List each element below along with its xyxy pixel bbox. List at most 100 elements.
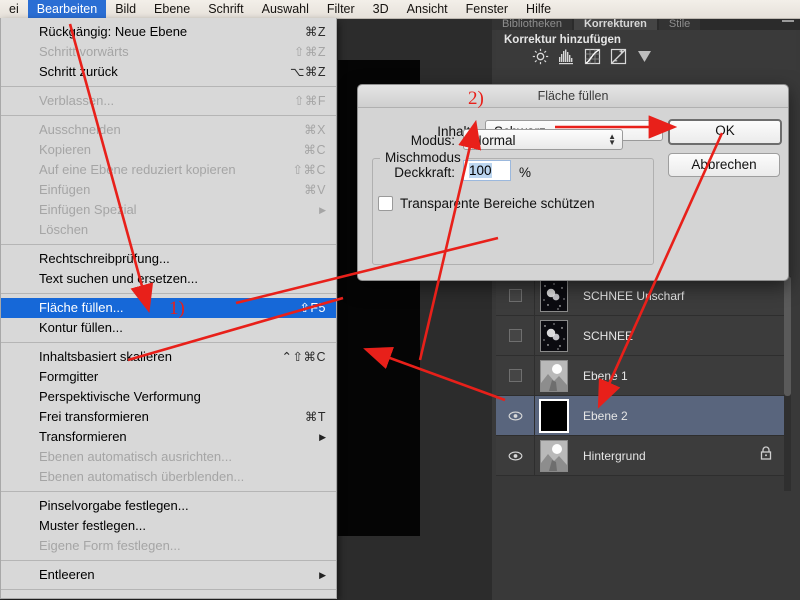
layer-row[interactable]: SCHNEE Unscharf xyxy=(496,276,784,316)
mode-select[interactable]: Normal ▲ ▼ xyxy=(463,129,623,150)
vibrance-icon[interactable] xyxy=(636,48,653,65)
menu-separator xyxy=(1,589,336,590)
menu-item-label: Muster festlegen... xyxy=(39,518,146,533)
menubar-item-ebene[interactable]: Ebene xyxy=(145,0,199,18)
menu-item-entleeren[interactable]: Entleeren ▶ xyxy=(1,565,336,585)
menu-item-ebenen-automatisch-ausrichten: Ebenen automatisch ausrichten... xyxy=(1,447,336,467)
menu-item-label: Perspektivische Verformung xyxy=(39,389,201,404)
menu-item-label: Schritt vorwärts xyxy=(39,44,129,59)
layer-visibility-empty-box[interactable] xyxy=(508,369,522,382)
menu-item-label: Schritt zurück xyxy=(39,64,118,79)
panel-tab-korrekturen[interactable]: Korrekturen xyxy=(573,18,657,30)
panel-tab-stile[interactable]: Stile xyxy=(658,18,701,30)
layer-thumbnail[interactable] xyxy=(535,279,573,312)
menubar-item-ei[interactable]: ei xyxy=(0,0,28,18)
layer-name[interactable]: Ebene 2 xyxy=(573,409,784,423)
menu-item-verblassen: Verblassen... ⇧⌘F xyxy=(1,91,336,111)
layer-row[interactable]: SCHNEE xyxy=(496,316,784,356)
menu-item-shortcut: ⌘T xyxy=(304,410,326,424)
menu-item-text-suchen-und-ersetzen[interactable]: Text suchen und ersetzen... xyxy=(1,269,336,289)
brightness-contrast-icon[interactable] xyxy=(532,48,549,65)
panel-scrollbar-thumb[interactable] xyxy=(784,276,791,396)
layer-visibility-eye-icon[interactable] xyxy=(496,396,535,435)
menubar-item-3d[interactable]: 3D xyxy=(364,0,398,18)
layer-visibility-checkbox[interactable] xyxy=(496,316,535,355)
curves-icon[interactable] xyxy=(584,48,601,65)
preserve-transparency-checkbox[interactable] xyxy=(378,196,393,211)
layers-panel[interactable]: SCHNEE Unscharf SCHNEE Ebene 1 Ebene 2 Hinte… xyxy=(496,276,784,476)
menubar-item-filter[interactable]: Filter xyxy=(318,0,364,18)
adjustments-title: Korrektur hinzufügen xyxy=(504,34,621,46)
mode-select-value: Normal xyxy=(472,133,516,148)
layer-row[interactable]: Ebene 2 xyxy=(496,396,784,436)
layer-visibility-empty-box[interactable] xyxy=(508,329,522,342)
panel-tabstrip[interactable]: Bibliotheken Korrekturen Stile xyxy=(492,18,800,30)
layer-visibility-empty-box[interactable] xyxy=(508,289,522,302)
preserve-transparency-row[interactable]: Transparente Bereiche schützen xyxy=(378,196,595,211)
cancel-button[interactable]: Abbrechen xyxy=(668,153,780,177)
menubar-item-fenster[interactable]: Fenster xyxy=(457,0,517,18)
exposure-icon[interactable] xyxy=(610,48,627,65)
menubar-item-bild[interactable]: Bild xyxy=(106,0,145,18)
layer-thumbnail[interactable] xyxy=(535,319,573,352)
layer-row[interactable]: Ebene 1 xyxy=(496,356,784,396)
layer-visibility-checkbox[interactable] xyxy=(496,276,535,315)
menu-item-label: Einfügen xyxy=(39,182,91,197)
menu-separator xyxy=(1,342,336,343)
percent-label: % xyxy=(519,165,532,180)
menu-item-shortcut: ⇧⌘Z xyxy=(293,45,326,59)
mode-label: Modus: xyxy=(410,133,455,148)
menu-item-perspektivische-verformung[interactable]: Perspektivische Verformung xyxy=(1,387,336,407)
layer-name[interactable]: Hintergrund xyxy=(573,449,760,463)
menu-item-pinselvorgabe-festlegen[interactable]: Pinselvorgabe festlegen... xyxy=(1,496,336,516)
menu-item-rechtschreibprüfung[interactable]: Rechtschreibprüfung... xyxy=(1,249,336,269)
menubar-item-bearbeiten[interactable]: Bearbeiten xyxy=(27,0,107,18)
menu-item-muster-festlegen[interactable]: Muster festlegen... xyxy=(1,516,336,536)
opacity-input[interactable]: 100 xyxy=(463,160,511,181)
menubar-item-auswahl[interactable]: Auswahl xyxy=(253,0,318,18)
menu-item-transformieren[interactable]: Transformieren ▶ xyxy=(1,427,336,447)
menu-item-löschen: Löschen xyxy=(1,220,336,240)
menu-separator xyxy=(1,293,336,294)
layer-visibility-checkbox[interactable] xyxy=(496,356,535,395)
menu-item-eigene-form-festlegen: Eigene Form festlegen... xyxy=(1,536,336,556)
blend-mode-legend: Mischmodus xyxy=(380,150,466,165)
menubar-item-ansicht[interactable]: Ansicht xyxy=(398,0,457,18)
menu-item-rückgängig-neue-ebene[interactable]: Rückgängig: Neue Ebene ⌘Z xyxy=(1,22,336,42)
layer-thumbnail[interactable] xyxy=(535,359,573,392)
menu-item-inhaltsbasiert-skalieren[interactable]: Inhaltsbasiert skalieren ⌃⇧⌘C xyxy=(1,347,336,367)
layer-thumbnail[interactable] xyxy=(535,398,573,433)
menu-item-label: Pinselvorgabe festlegen... xyxy=(39,498,189,513)
menu-item-formgitter[interactable]: Formgitter xyxy=(1,367,336,387)
menu-item-schritt-zurück[interactable]: Schritt zurück ⌥⌘Z xyxy=(1,62,336,82)
menu-item-frei-transformieren[interactable]: Frei transformieren ⌘T xyxy=(1,407,336,427)
menu-item-label: Frei transformieren xyxy=(39,409,149,424)
adjustment-icon-row[interactable] xyxy=(496,48,796,65)
menu-item-label: Löschen xyxy=(39,222,89,237)
menu-item-shortcut: ⇧⌘F xyxy=(293,94,326,108)
preserve-transparency-label: Transparente Bereiche schützen xyxy=(400,196,595,211)
ok-button[interactable]: OK xyxy=(668,119,782,145)
layer-name[interactable]: SCHNEE Unscharf xyxy=(573,289,784,303)
menubar-item-schrift[interactable]: Schrift xyxy=(199,0,252,18)
panel-menu-icon[interactable] xyxy=(782,20,794,22)
menu-bar[interactable]: ei Bearbeiten Bild Ebene Schrift Auswahl Filte… xyxy=(0,0,800,19)
opacity-label: Deckkraft: xyxy=(394,165,455,180)
layer-row[interactable]: Hintergrund xyxy=(496,436,784,476)
layer-visibility-eye-icon[interactable] xyxy=(496,436,535,475)
menubar-item-hilfe[interactable]: Hilfe xyxy=(517,0,560,18)
panel-tab-bibliotheken[interactable]: Bibliotheken xyxy=(492,18,572,30)
menu-item-kontur-füllen[interactable]: Kontur füllen... xyxy=(1,318,336,338)
fill-dialog[interactable]: Fläche füllen Inhalt: Schwarz ▲▼ OK Abbr… xyxy=(357,84,789,281)
menu-item-label: Auf eine Ebene reduziert kopieren xyxy=(39,162,236,177)
levels-icon[interactable] xyxy=(558,48,575,65)
layer-name[interactable]: SCHNEE xyxy=(573,329,784,343)
menu-item-label: Kontur füllen... xyxy=(39,320,123,335)
layer-name[interactable]: Ebene 1 xyxy=(573,369,784,383)
layer-thumbnail[interactable] xyxy=(535,439,573,472)
adjustments-panel: Korrektur hinzufügen xyxy=(496,30,796,70)
menu-separator xyxy=(1,560,336,561)
menu-item-label: Rechtschreibprüfung... xyxy=(39,251,170,266)
layer-thumbnail-image xyxy=(540,359,568,392)
menu-item-label: Ebenen automatisch überblenden... xyxy=(39,469,245,484)
